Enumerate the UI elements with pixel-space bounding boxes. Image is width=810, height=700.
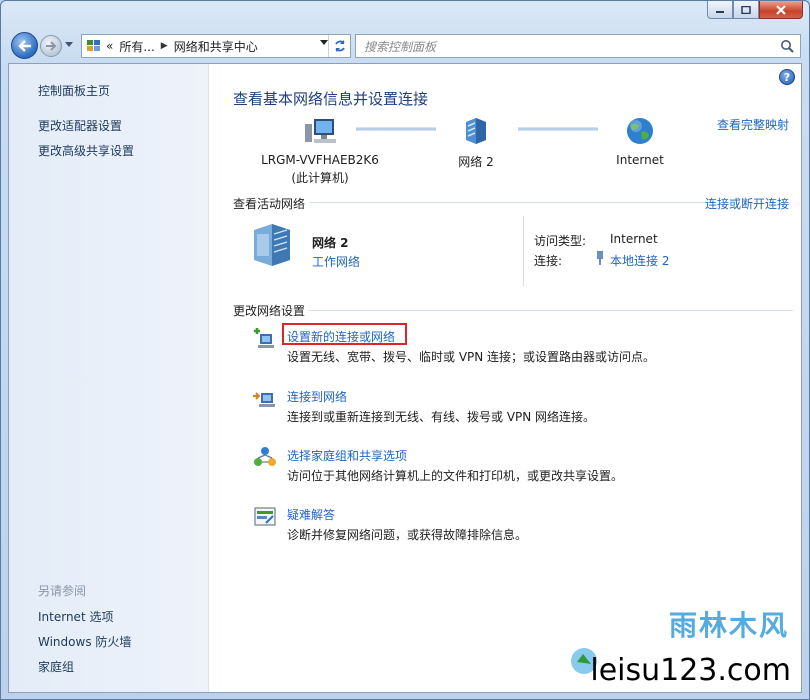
setup-connection-desc: 设置无线、宽带、拨号、临时或 VPN 连接；或设置路由器或访问点。	[287, 350, 656, 364]
close-icon	[776, 4, 786, 15]
divider	[309, 310, 793, 311]
map-network[interactable]: 网络 2	[436, 116, 516, 170]
minimize-button[interactable]	[707, 1, 733, 19]
refresh-button[interactable]	[328, 35, 350, 57]
homegroup-sharing-desc: 访问位于其他网络计算机上的文件和打印机，或更改共享设置。	[287, 469, 624, 483]
connect-network-icon	[253, 392, 275, 407]
forward-button[interactable]	[40, 35, 62, 57]
computer-name: LRGM-VVFHAEB2K6	[261, 153, 379, 167]
help-icon[interactable]: ?	[779, 69, 795, 85]
ethernet-icon	[597, 251, 603, 265]
breadcrumb-network-center[interactable]: 网络和共享中心	[174, 38, 258, 55]
network-icon	[466, 118, 486, 144]
vertical-divider	[523, 216, 524, 286]
divider	[309, 202, 711, 203]
computer-icon	[305, 119, 336, 143]
network-map: LRGM-VVFHAEB2K6 (此计算机) 网络 2 Internet 查看完…	[210, 116, 801, 188]
watermark: 雨林木风 leisu123.com	[561, 602, 801, 692]
map-internet[interactable]: Internet	[600, 116, 680, 167]
homegroup-icon	[254, 447, 276, 466]
navigation-bar: « 所有... ▶ 网络和共享中心 搜索控制面板	[9, 32, 801, 60]
local-connection-link[interactable]: 本地连接 2	[610, 252, 669, 269]
arrow-right-icon	[46, 41, 57, 51]
sidebar-item-home[interactable]: 控制面板主页	[38, 82, 110, 99]
network-name: 网络 2	[458, 155, 494, 169]
sidebar-item-homegroup[interactable]: 家庭组	[38, 658, 74, 675]
network-type-link[interactable]: 工作网络	[312, 253, 360, 270]
maximize-button[interactable]	[733, 1, 759, 19]
page-title: 查看基本网络信息并设置连接	[233, 90, 429, 108]
homegroup-sharing-link[interactable]: 选择家庭组和共享选项	[287, 447, 407, 464]
connect-network-desc: 连接到或重新连接到无线、有线、拨号或 VPN 网络连接。	[287, 410, 596, 424]
content-area: 控制面板主页 更改适配器设置 更改高级共享设置 另请参阅 Internet 选项…	[8, 63, 802, 693]
active-networks-heading: 查看活动网络	[233, 197, 306, 211]
troubleshoot-desc: 诊断并修复网络问题，或获得故障排除信息。	[287, 528, 528, 542]
search-placeholder: 搜索控制面板	[364, 39, 437, 54]
computer-subtitle: (此计算机)	[291, 171, 349, 185]
full-map-link[interactable]: 查看完整映射	[717, 116, 789, 133]
connector-line	[518, 127, 598, 131]
connections-label: 连接:	[534, 254, 563, 268]
window-frame: « 所有... ▶ 网络和共享中心 搜索控制面板 控制面板主页 更改适配器设置 …	[0, 0, 810, 700]
back-button[interactable]	[11, 32, 38, 59]
access-type-value: Internet	[610, 232, 658, 246]
address-prefix[interactable]: «	[106, 39, 113, 53]
connect-network-link[interactable]: 连接到网络	[287, 388, 347, 405]
change-settings-heading: 更改网络设置	[233, 304, 306, 318]
troubleshoot-icon	[254, 507, 276, 526]
breadcrumb-all[interactable]: 所有...	[119, 38, 154, 55]
watermark-top: 雨林木风	[668, 609, 789, 642]
arrow-left-icon	[17, 39, 31, 52]
sidebar-item-advanced-sharing[interactable]: 更改高级共享设置	[38, 142, 134, 159]
caption-buttons	[707, 1, 803, 19]
sidebar: 控制面板主页 更改适配器设置 更改高级共享设置 另请参阅 Internet 选项…	[9, 64, 209, 692]
internet-label: Internet	[616, 153, 664, 167]
close-button[interactable]	[759, 1, 803, 19]
setup-connection-link[interactable]: 设置新的连接或网络	[287, 328, 395, 345]
work-network-icon	[254, 224, 290, 266]
globe-icon	[627, 118, 653, 144]
troubleshoot-link[interactable]: 疑难解答	[287, 506, 335, 523]
minimize-icon	[716, 10, 724, 13]
connector-line	[356, 127, 436, 131]
connect-disconnect-link[interactable]: 连接或断开连接	[705, 195, 789, 212]
search-input[interactable]: 搜索控制面板	[355, 34, 801, 58]
sidebar-item-adapter-settings[interactable]: 更改适配器设置	[38, 117, 122, 134]
control-panel-icon	[87, 40, 100, 51]
active-network-name: 网络 2	[312, 236, 349, 250]
main-panel: ? 查看基本网络信息并设置连接 LRGM-VVFHAEB2K6 (此计算机) 网…	[210, 64, 801, 692]
watermark-bottom: leisu123.com	[590, 653, 791, 688]
search-icon[interactable]	[780, 39, 794, 53]
address-dropdown-icon[interactable]	[320, 40, 328, 45]
refresh-icon	[334, 40, 345, 52]
sidebar-item-internet-options[interactable]: Internet 选项	[38, 608, 113, 625]
access-type-label: 访问类型:	[534, 234, 587, 248]
recent-pages-dropdown[interactable]	[65, 42, 73, 47]
maximize-icon	[741, 5, 751, 14]
address-bar[interactable]: « 所有... ▶ 网络和共享中心	[81, 34, 351, 58]
new-connection-icon	[254, 328, 274, 348]
see-also-heading: 另请参阅	[38, 584, 87, 598]
sidebar-item-windows-firewall[interactable]: Windows 防火墙	[38, 633, 131, 650]
breadcrumb-separator-icon[interactable]: ▶	[161, 41, 168, 51]
